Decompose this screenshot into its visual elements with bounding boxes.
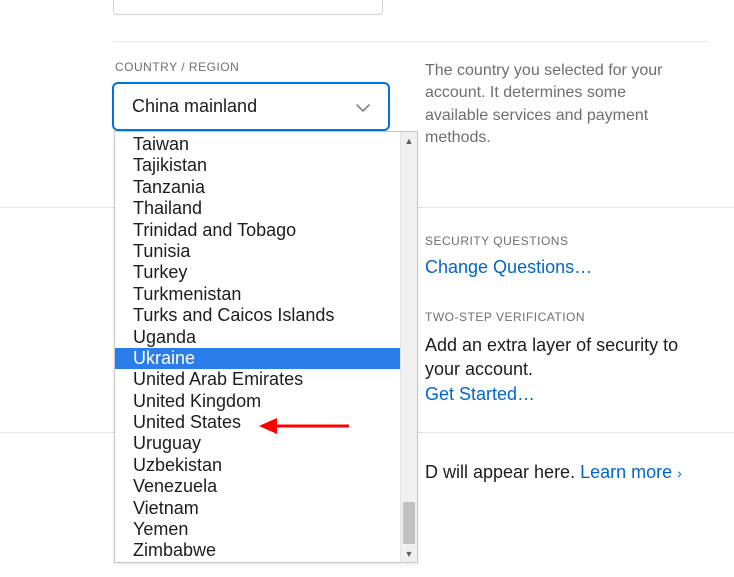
country-option[interactable]: Ukraine: [115, 348, 400, 369]
country-region-select[interactable]: China mainland: [112, 82, 390, 131]
divider: [113, 41, 708, 42]
security-questions-label: SECURITY QUESTIONS: [425, 234, 568, 248]
country-option[interactable]: Tajikistan: [115, 155, 400, 176]
country-option[interactable]: Vietnam: [115, 498, 400, 519]
country-option[interactable]: United Arab Emirates: [115, 369, 400, 390]
two-step-verification-desc: Add an extra layer of security to your a…: [425, 333, 685, 382]
country-option[interactable]: Tanzania: [115, 177, 400, 198]
scroll-up-arrow-icon[interactable]: ▲: [401, 132, 417, 149]
dropdown-scrollbar[interactable]: ▲ ▼: [400, 132, 417, 562]
country-option[interactable]: Uzbekistan: [115, 455, 400, 476]
country-region-label: COUNTRY / REGION: [115, 60, 239, 74]
change-questions-link[interactable]: Change Questions…: [425, 257, 592, 278]
country-option[interactable]: Yemen: [115, 519, 400, 540]
country-option[interactable]: United States: [115, 412, 400, 433]
country-option[interactable]: Turkey: [115, 262, 400, 283]
country-region-option-list: TaiwanTajikistanTanzaniaThailandTrinidad…: [115, 132, 400, 562]
country-option[interactable]: Turks and Caicos Islands: [115, 305, 400, 326]
previous-field-stub: [113, 0, 383, 15]
country-option[interactable]: United Kingdom: [115, 391, 400, 412]
get-started-link[interactable]: Get Started…: [425, 384, 535, 405]
country-region-selected-value: China mainland: [132, 96, 257, 117]
country-option[interactable]: Zimbabwe: [115, 540, 400, 561]
country-option[interactable]: Tunisia: [115, 241, 400, 262]
footer-text-fragment: D will appear here.: [425, 462, 580, 482]
scroll-thumb[interactable]: [403, 502, 415, 544]
country-region-help: The country you selected for your accoun…: [425, 60, 685, 150]
country-option[interactable]: Thailand: [115, 198, 400, 219]
chevron-right-icon: ›: [677, 465, 682, 481]
country-option[interactable]: Uruguay: [115, 433, 400, 454]
footer-text: D will appear here. Learn more ›: [425, 462, 682, 483]
country-option[interactable]: Taiwan: [115, 134, 400, 155]
country-region-dropdown[interactable]: TaiwanTajikistanTanzaniaThailandTrinidad…: [114, 131, 418, 563]
two-step-verification-label: TWO-STEP VERIFICATION: [425, 310, 585, 324]
country-option[interactable]: Uganda: [115, 327, 400, 348]
chevron-down-icon: [356, 97, 370, 117]
learn-more-link[interactable]: Learn more: [580, 462, 672, 482]
country-option[interactable]: Turkmenistan: [115, 284, 400, 305]
country-option[interactable]: Venezuela: [115, 476, 400, 497]
country-option[interactable]: Trinidad and Tobago: [115, 220, 400, 241]
scroll-down-arrow-icon[interactable]: ▼: [401, 545, 417, 562]
